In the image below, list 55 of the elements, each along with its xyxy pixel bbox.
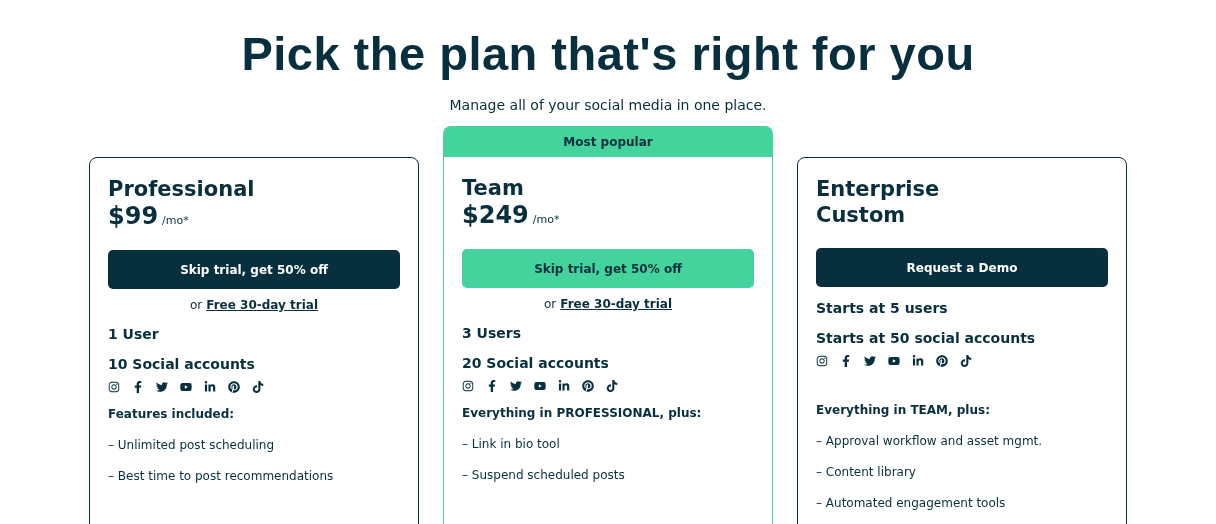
plan-button[interactable]: Skip trial, get 50% off [462,249,754,288]
plan-price: $249 [462,201,529,229]
pinterest-icon [936,355,948,367]
feature-item: – Unlimited post scheduling [108,438,276,453]
feature-item: – Approval workflow and asset mgmt. [816,434,1044,449]
plan-stat: Starts at 50 social accounts [816,329,1037,347]
free-trial-link[interactable]: Free 30-day trial [206,298,319,313]
tiktok-icon [606,380,618,392]
feature-item: – Content library [816,465,917,480]
tiktok-icon [960,355,972,367]
features-title: Everything in PROFESSIONAL, plus: [462,406,703,421]
plan-stat: Starts at 5 users [816,299,949,317]
pinterest-icon [582,380,594,392]
youtube-icon [534,380,546,392]
page-subheading: Manage all of your social media in one place. [449,96,767,114]
or-text: or [543,297,557,312]
instagram-icon [462,380,474,392]
plan-price: $99 [108,202,159,230]
youtube-icon [888,355,900,367]
feature-item: – Best time to post recommendations [108,469,335,484]
or-text: or [189,298,203,313]
feature-item: – Link in bio tool [462,437,561,452]
free-trial-link[interactable]: Free 30-day trial [560,297,673,312]
plan-stat: 1 User [108,325,160,343]
plan-name: Professional [108,176,256,202]
linkedin-icon [912,355,924,367]
plan-stat: 3 Users [462,324,523,342]
linkedin-icon [558,380,570,392]
plan-stat: 20 Social accounts [462,354,610,372]
instagram-icon [816,355,828,367]
plan-name: Team [462,175,525,201]
tiktok-icon [252,381,264,393]
plan-button[interactable]: Request a Demo [816,248,1108,287]
twitter-icon [510,380,522,392]
features-title: Features included: [108,407,236,422]
feature-item: – Automated engagement tools [816,496,1007,511]
facebook-icon [840,355,852,367]
twitter-icon [864,355,876,367]
features-title: Everything in TEAM, plus: [816,403,991,418]
linkedin-icon [204,381,216,393]
facebook-icon [486,380,498,392]
feature-item: – Suspend scheduled posts [462,468,626,483]
plan-stat: 10 Social accounts [108,355,256,373]
facebook-icon [132,381,144,393]
plan-name: Enterprise [816,176,941,202]
plan-button[interactable]: Skip trial, get 50% off [108,250,400,289]
twitter-icon [156,381,168,393]
instagram-icon [108,381,120,393]
pinterest-icon [228,381,240,393]
page-heading: Pick the plan that's right for you [241,26,975,82]
price-period: /mo* [162,214,189,227]
youtube-icon [180,381,192,393]
popular-badge: Most popular [443,126,773,157]
plan-price: Custom [816,202,907,228]
price-period: /mo* [532,213,560,226]
